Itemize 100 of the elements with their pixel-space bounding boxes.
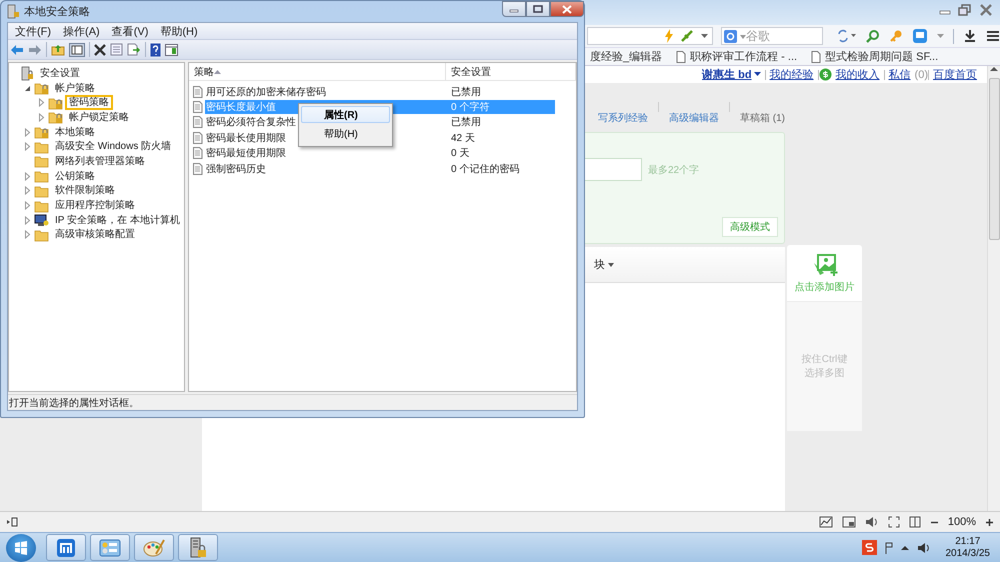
up-folder-icon[interactable] [51,43,65,56]
close-icon[interactable] [978,4,994,16]
window-icon[interactable] [842,516,856,528]
app-icon[interactable] [912,28,928,44]
nav-link[interactable]: 我的经验 [766,67,818,82]
page-icon [811,50,822,62]
restore-icon[interactable] [958,4,972,16]
policy-cell[interactable]: 用可还原的加密来储存密码 [206,86,326,98]
bookmark[interactable]: 度经验_编辑器 [590,49,662,64]
taskbar-app[interactable] [46,534,86,561]
bookmark[interactable]: 职称评审工作流程 - ... [676,49,798,64]
menu-item[interactable]: 操作(A) [58,24,105,38]
advanced-mode-button[interactable]: 高级模式 [722,217,778,237]
address-bar[interactable] [587,27,713,45]
user-menu[interactable]: 谢惠生 bd [698,67,765,82]
control-panel-icon [99,538,121,558]
tree-item[interactable]: 高级安全 Windows 防火墙 [51,139,176,154]
tree-item[interactable]: IP 安全策略，在 本地计算机 [51,212,184,228]
back-icon[interactable] [10,44,24,56]
delete-icon[interactable] [94,44,106,56]
menu-icon[interactable] [986,29,1000,43]
fullscreen-icon[interactable] [888,516,900,528]
browser-icon [56,538,76,558]
locked-folder-icon [48,96,63,110]
caret-icon [754,72,761,77]
editor-tab[interactable]: 写系列经验 [598,111,648,125]
input-method-icon[interactable] [862,540,876,555]
sidebar-icon[interactable] [6,517,18,527]
plug-icon[interactable] [680,29,694,43]
start-button[interactable] [6,534,36,562]
tree-item[interactable]: 本地策略 [51,124,99,140]
nav-link[interactable]: 我的收入 [832,67,884,82]
download-icon[interactable] [963,29,977,43]
policy-cell[interactable]: 密码必须符合复杂性 [206,117,296,128]
column-header[interactable]: 策略 [189,63,446,80]
export-icon[interactable] [127,43,141,56]
message-count: (0) [914,68,928,80]
column-header[interactable]: 安全设置 [446,63,576,80]
chart-icon[interactable] [818,516,833,528]
show-hidden-icon[interactable] [900,544,908,550]
clock[interactable]: 21:17 2014/3/25 [946,536,990,560]
folder-icon [34,169,49,184]
scrollbar[interactable] [987,66,1000,511]
split-view-icon[interactable] [908,516,921,528]
menu-item[interactable]: 文件(F) [10,24,56,38]
find-icon[interactable] [866,29,880,43]
setting-cell: 已禁用 [451,86,481,98]
app-icon [6,4,20,18]
caret-icon[interactable] [700,33,709,39]
bookmark[interactable]: 型式检验周期问题 SF... [811,49,938,64]
zoom-in-icon[interactable] [985,518,994,526]
tree-toggle-icon[interactable] [69,42,85,56]
properties-icon[interactable] [110,43,123,56]
caret-icon[interactable] [608,262,614,266]
volume-icon[interactable] [916,542,930,554]
tree-item[interactable]: 网络列表管理器策略 [51,154,149,169]
tree-item[interactable]: 公钥策略 [51,168,99,184]
page-icon [676,50,686,62]
nav-link[interactable]: 私信 [884,67,915,82]
setting-cell: 42 天 [451,132,475,144]
close-button[interactable] [550,1,584,17]
policy-cell[interactable]: 密码最长使用期限 [206,132,286,144]
tree-item[interactable]: 帐户策略 [51,80,99,96]
menu-item[interactable]: 帮助(H) [301,125,390,142]
sort-icon [214,70,221,74]
folder-icon [34,228,49,242]
taskbar-app[interactable] [134,534,174,561]
tree-item[interactable]: 软件限制策略 [51,183,119,198]
tree-item[interactable]: 应用程序控制策略 [51,198,139,214]
policy-cell[interactable]: 强制密码历史 [206,164,266,175]
menu-item[interactable]: 帮助(H) [155,24,203,38]
sound-icon[interactable] [864,516,879,528]
policy-cell[interactable]: 密码最短使用期限 [206,148,286,160]
menu-item[interactable]: 查看(V) [106,24,154,38]
toolbar-dropdown[interactable]: 块 [594,257,605,272]
nav-link[interactable]: 百度首页 [929,67,981,82]
policy-icon [193,86,203,98]
server-lock-icon [188,536,208,558]
search-field[interactable]: 谷歌 [721,27,823,45]
editor-tab[interactable]: 高级编辑器 [669,111,719,125]
minimize-button[interactable] [502,1,526,17]
forward-icon[interactable] [28,44,42,56]
tree-item[interactable]: 密码策略 [65,95,113,110]
view-icon[interactable] [165,44,178,56]
tree-item[interactable]: 帐户锁定策略 [65,110,133,125]
tree-item[interactable]: 安全设置 [36,66,84,81]
setting-cell: 0 个记住的密码 [451,164,520,175]
server-icon [20,66,34,81]
help-icon[interactable] [150,42,161,56]
menu-item[interactable]: 属性(R) [301,106,390,123]
close-icon [561,4,573,14]
tree-item[interactable]: 高级审核策略配置 [51,227,139,242]
maximize-button[interactable] [526,1,550,17]
taskbar-app[interactable] [178,534,218,561]
taskbar-app[interactable] [90,534,130,561]
policy-icon [193,116,203,128]
flag-icon[interactable] [884,542,892,554]
locked-folder-icon [34,125,49,140]
search-engine-icon[interactable] [724,30,737,43]
editor-tab[interactable]: 草稿箱 (1) [740,111,785,125]
